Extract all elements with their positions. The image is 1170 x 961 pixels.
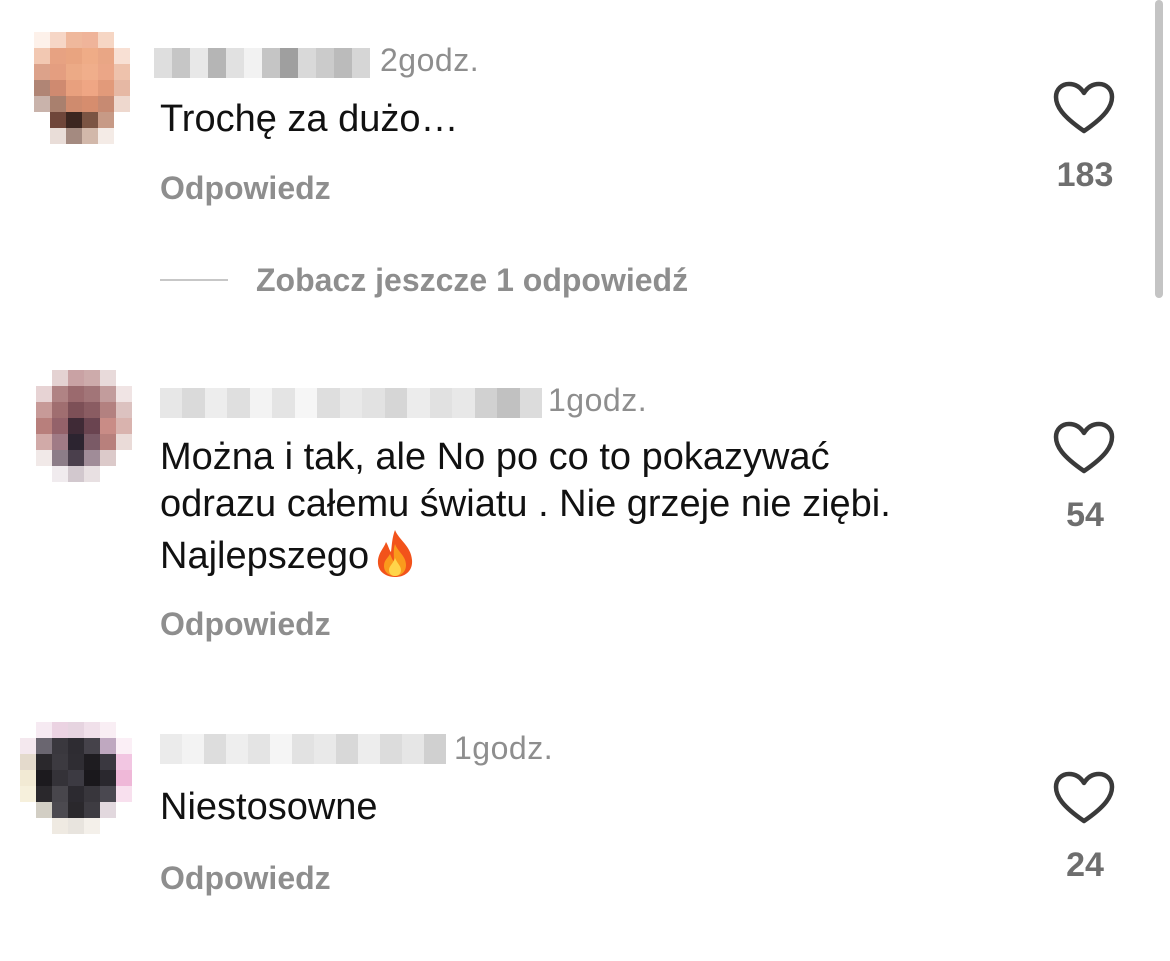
like-count: 54 [1066, 496, 1104, 534]
like-button[interactable] [1052, 420, 1116, 476]
comment-timestamp: 1godz. [454, 730, 554, 766]
heart-outline-icon [1053, 421, 1115, 474]
comment-text: Niestosowne [160, 786, 378, 828]
avatar-blurred[interactable] [34, 32, 130, 144]
thread-line [160, 279, 228, 281]
view-more-replies-label: Zobacz jeszcze 1 odpowiedź [256, 261, 689, 298]
reply-button[interactable]: Odpowiedz [160, 860, 331, 897]
comment-timestamp: 2godz. [380, 42, 480, 78]
comment-text: Trochę za dużo… [160, 98, 459, 140]
view-more-replies-button[interactable]: Zobacz jeszcze 1 odpowiedź [160, 258, 688, 302]
like-count: 24 [1066, 846, 1104, 884]
avatar-blurred[interactable] [20, 722, 132, 834]
comment-timestamp: 1godz. [548, 382, 648, 418]
username-blurred[interactable] [160, 734, 446, 764]
comment-text-line: odrazu całemu światu . Nie grzeje nie zi… [160, 483, 891, 525]
reply-button[interactable]: Odpowiedz [160, 170, 331, 207]
reply-button[interactable]: Odpowiedz [160, 606, 331, 643]
heart-outline-icon [1053, 81, 1115, 134]
like-count: 183 [1056, 156, 1114, 194]
heart-outline-icon [1053, 771, 1115, 824]
comment-text: Można i tak, ale No po co to pokazywać o… [160, 434, 1040, 580]
like-button[interactable] [1052, 80, 1116, 136]
username-blurred[interactable] [154, 48, 370, 78]
comment-text-fragment: Najlepszego [160, 535, 370, 577]
username-blurred[interactable] [160, 388, 542, 418]
fire-emoji [378, 530, 413, 577]
comment-text-line-last: Najlepszego [160, 528, 1040, 580]
scrollbar[interactable] [1155, 0, 1163, 298]
avatar-blurred[interactable] [36, 370, 132, 482]
comment-text-line: Można i tak, ale No po co to pokazywać [160, 436, 830, 478]
like-button[interactable] [1052, 770, 1116, 826]
